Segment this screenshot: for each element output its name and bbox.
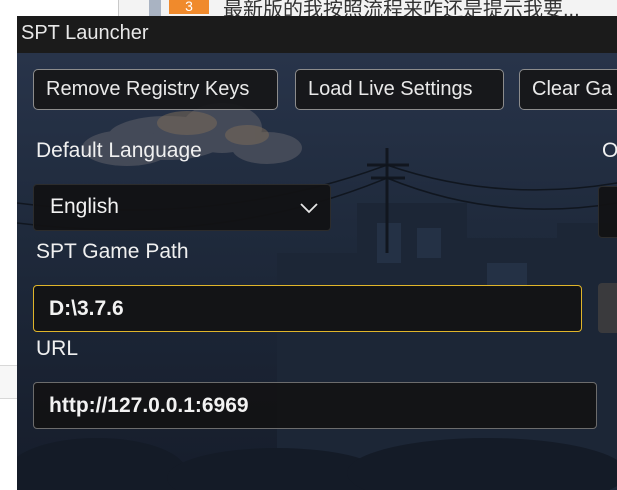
language-select-value: English bbox=[50, 195, 119, 218]
partial-label: O bbox=[602, 139, 617, 162]
secondary-select[interactable] bbox=[598, 186, 617, 238]
background-window-edge bbox=[0, 365, 17, 399]
launcher-window: SPT Launcher Remove Registry Keys Load L… bbox=[17, 16, 617, 490]
window-title: SPT Launcher bbox=[21, 22, 149, 44]
chevron-down-icon bbox=[300, 203, 318, 214]
game-path-input[interactable]: D:\3.7.6 bbox=[33, 285, 582, 332]
load-live-settings-button[interactable]: Load Live Settings bbox=[295, 69, 504, 110]
url-label: URL bbox=[36, 337, 79, 360]
launcher-content: Remove Registry Keys Load Live Settings … bbox=[17, 53, 617, 490]
game-path-label: SPT Game Path bbox=[36, 240, 189, 263]
title-bar[interactable]: SPT Launcher bbox=[17, 16, 617, 53]
background-number-badge: 3 bbox=[169, 0, 209, 14]
background-post-title[interactable]: 最新版的我按照流程来咋还是提示我要... bbox=[223, 0, 580, 16]
background-gutter bbox=[149, 0, 161, 16]
url-input[interactable]: http://127.0.0.1:6969 bbox=[33, 382, 597, 429]
browse-button[interactable] bbox=[598, 283, 617, 333]
language-select[interactable]: English bbox=[33, 184, 331, 231]
default-language-label: Default Language bbox=[36, 139, 202, 162]
background-window-strip: 3 最新版的我按照流程来咋还是提示我要... bbox=[118, 0, 617, 16]
remove-registry-keys-button[interactable]: Remove Registry Keys bbox=[33, 69, 278, 110]
clear-game-button[interactable]: Clear Ga bbox=[519, 69, 617, 110]
